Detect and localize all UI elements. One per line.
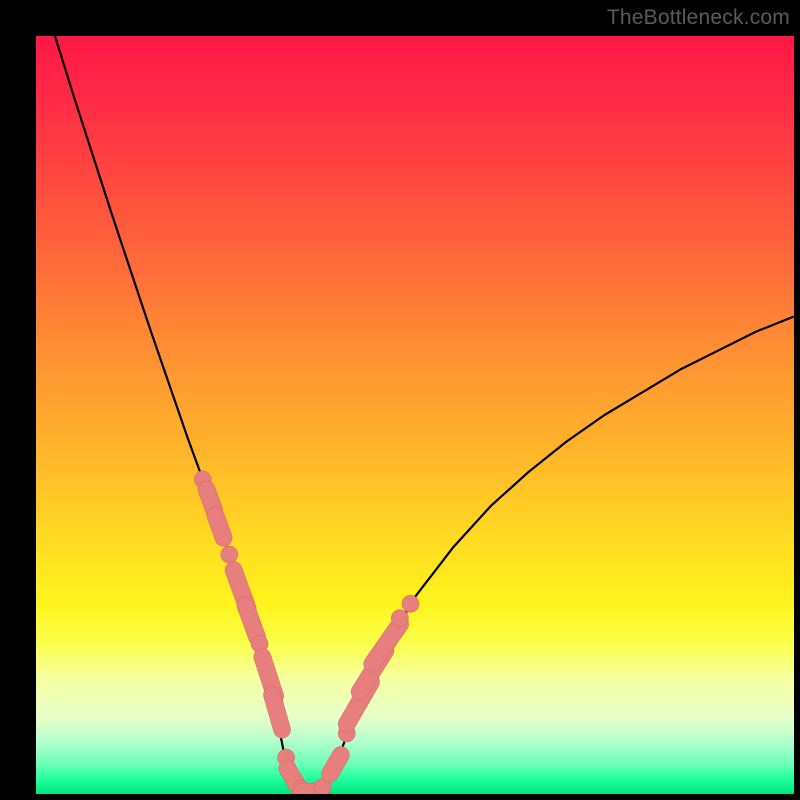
curve-path — [36, 36, 794, 792]
plot-area — [36, 36, 794, 794]
watermark-text: TheBottleneck.com — [607, 6, 790, 30]
chart-frame: TheBottleneck.com — [0, 0, 800, 800]
bottleneck-curve-svg — [36, 36, 794, 794]
curve-markers — [194, 471, 419, 794]
